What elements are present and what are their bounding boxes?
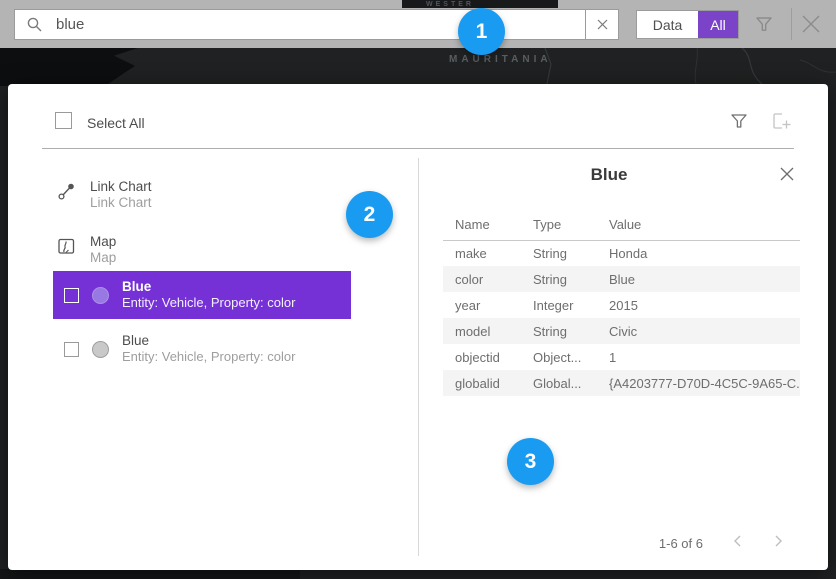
result-checkbox[interactable] — [64, 288, 79, 303]
table-cell: Civic — [597, 318, 800, 344]
result-title: Blue — [122, 279, 295, 295]
callout-step-1: 1 — [458, 8, 505, 55]
next-page-button[interactable] — [769, 533, 787, 551]
details-table-body: makeStringHondacolorStringBlueyearIntege… — [443, 240, 800, 396]
column-header-type: Type — [521, 210, 597, 240]
result-item-blue-selected[interactable]: Blue Entity: Vehicle, Property: color — [53, 271, 351, 319]
map-label-western-sahara: WESTER — [426, 0, 558, 8]
table-row[interactable]: globalidGlobal...{A4203777-D70D-4C5C-9A6… — [443, 370, 800, 396]
table-cell: String — [521, 318, 597, 344]
callout-step-2: 2 — [346, 191, 393, 238]
filter-icon — [752, 12, 776, 36]
table-cell: Integer — [521, 292, 597, 318]
search-results-panel: Select All — [8, 84, 828, 570]
table-cell: String — [521, 240, 597, 266]
result-title: Link Chart — [90, 178, 152, 195]
circle-swatch-icon — [92, 287, 109, 304]
table-cell: 2015 — [597, 292, 800, 318]
table-cell: objectid — [443, 344, 521, 370]
search-icon — [26, 16, 43, 33]
search-text: blue — [56, 16, 84, 33]
table-cell: {A4203777-D70D-4C5C-9A65-C... — [597, 370, 800, 396]
column-header-name: Name — [443, 210, 521, 240]
result-title: Map — [90, 233, 116, 250]
close-icon — [797, 10, 825, 38]
table-cell: Blue — [597, 266, 800, 292]
circle-swatch-icon — [92, 341, 109, 358]
map-label-mauritania: MAURITANIA — [449, 54, 552, 65]
close-search-button[interactable] — [797, 10, 825, 38]
filter-button[interactable] — [752, 12, 776, 36]
scope-toggle: Data All — [636, 10, 739, 39]
link-chart-icon — [57, 182, 76, 211]
close-icon — [778, 165, 796, 183]
result-item-link-chart[interactable]: Link Chart Link Chart — [57, 178, 152, 211]
scope-all-button[interactable]: All — [698, 11, 738, 38]
table-cell: Honda — [597, 240, 800, 266]
table-header-row: Name Type Value — [443, 210, 800, 240]
prev-page-button[interactable] — [729, 533, 747, 551]
pagination-label: 1-6 of 6 — [608, 536, 703, 551]
search-box: blue — [14, 9, 619, 40]
result-subtitle: Entity: Vehicle, Property: color — [122, 349, 295, 365]
table-cell: model — [443, 318, 521, 344]
table-cell: 1 — [597, 344, 800, 370]
map-peek: WESTER — [402, 0, 558, 8]
table-cell: globalid — [443, 370, 521, 396]
clear-icon — [596, 18, 609, 31]
result-title: Blue — [122, 333, 295, 349]
map-icon — [57, 237, 76, 266]
chevron-right-icon — [770, 533, 786, 549]
result-subtitle: Entity: Vehicle, Property: color — [122, 295, 295, 311]
attributes-table: Name Type Value makeStringHondacolorStri… — [443, 210, 800, 396]
table-row[interactable]: makeStringHonda — [443, 240, 800, 266]
result-item-map[interactable]: Map Map — [57, 233, 116, 266]
table-row[interactable]: objectidObject...1 — [443, 344, 800, 370]
callout-step-3: 3 — [507, 438, 554, 485]
result-item-blue[interactable]: Blue Entity: Vehicle, Property: color — [53, 327, 351, 371]
table-cell: Global... — [521, 370, 597, 396]
toolbar-divider — [791, 8, 792, 40]
table-cell: Object... — [521, 344, 597, 370]
header-divider — [42, 148, 794, 149]
panel-filter-button[interactable] — [728, 110, 750, 132]
select-all-label: Select All — [87, 115, 145, 131]
result-subtitle: Map — [90, 250, 116, 266]
table-cell: year — [443, 292, 521, 318]
panel-divider — [418, 158, 419, 556]
scope-data-button[interactable]: Data — [637, 11, 698, 38]
details-title: Blue — [418, 165, 800, 185]
details-close-button[interactable] — [777, 165, 797, 185]
add-to-selection-button[interactable] — [770, 110, 794, 134]
table-row[interactable]: colorStringBlue — [443, 266, 800, 292]
table-cell: color — [443, 266, 521, 292]
app-screen: MAURITANIA blue Data All — [0, 0, 836, 579]
clear-search-button[interactable] — [585, 9, 619, 40]
table-cell: String — [521, 266, 597, 292]
table-row[interactable]: modelStringCivic — [443, 318, 800, 344]
chevron-left-icon — [730, 533, 746, 549]
add-selection-icon — [770, 110, 794, 134]
column-header-value: Value — [597, 210, 800, 240]
filter-icon — [728, 110, 750, 132]
result-checkbox[interactable] — [64, 342, 79, 357]
result-subtitle: Link Chart — [90, 195, 152, 211]
table-row[interactable]: yearInteger2015 — [443, 292, 800, 318]
select-all-checkbox[interactable] — [55, 112, 72, 129]
table-cell: make — [443, 240, 521, 266]
